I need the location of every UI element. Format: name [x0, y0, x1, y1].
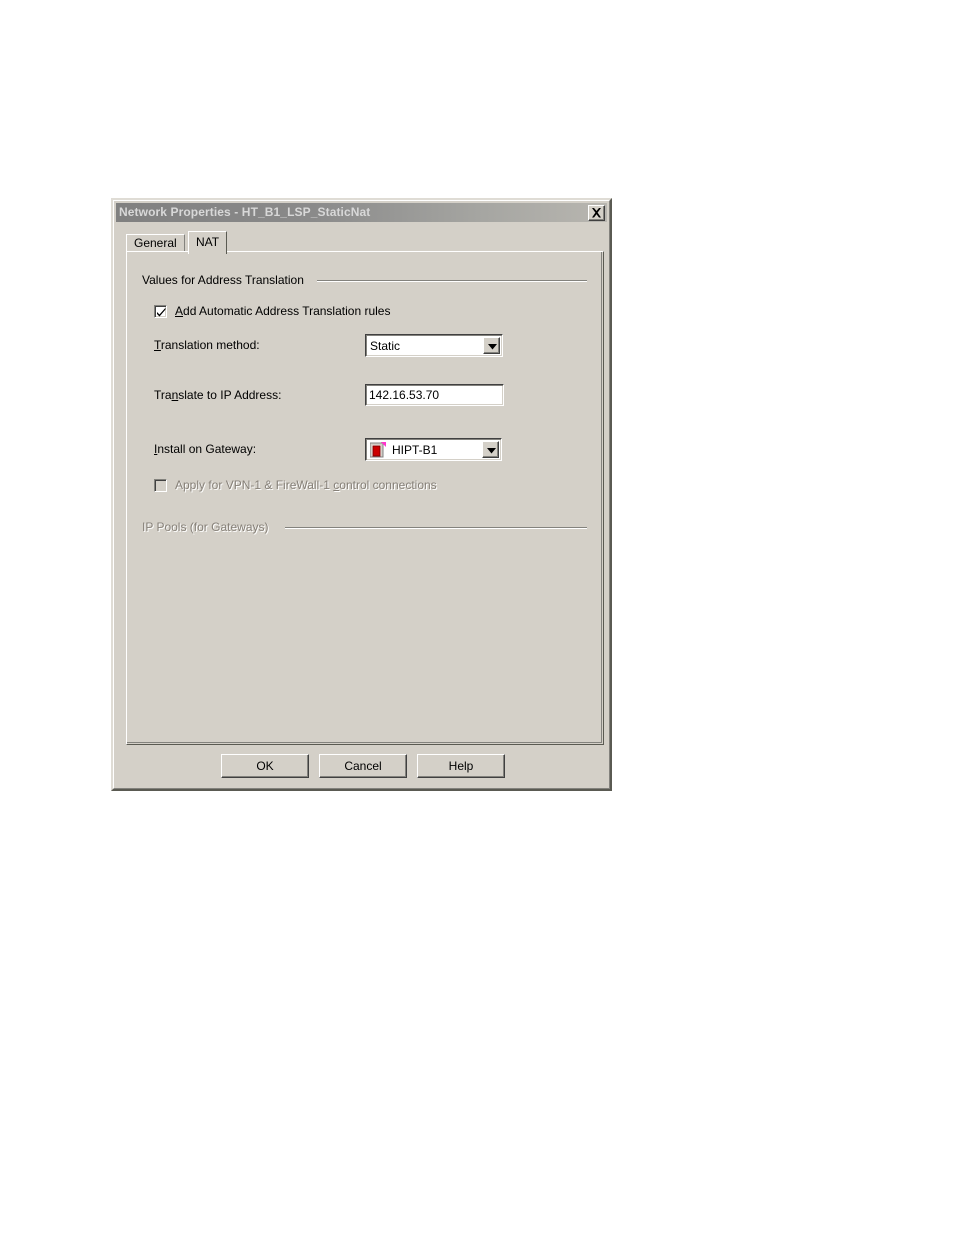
- checkbox-box-add-auto-nat[interactable]: [154, 304, 167, 318]
- checkbox-add-automatic-nat-rules[interactable]: Add Automatic Address Translation rules: [154, 304, 390, 318]
- window-title: Network Properties - HT_B1_LSP_StaticNat: [119, 205, 371, 219]
- tab-general[interactable]: General: [126, 234, 185, 252]
- label-install-on-gateway: Install on Gateway:: [154, 442, 256, 456]
- group-label-ip-pools: IP Pools (for Gateways): [142, 520, 275, 534]
- label-translate-to-ip: Translate to IP Address:: [154, 388, 281, 402]
- ok-button[interactable]: OK: [221, 754, 309, 778]
- close-button[interactable]: [588, 204, 605, 221]
- label-rest-translation-method: ranslation method:: [160, 338, 260, 352]
- title-bar: Network Properties - HT_B1_LSP_StaticNat: [116, 203, 607, 222]
- label-translation-method: Translation method:: [154, 338, 260, 352]
- gateway-icon: [369, 441, 386, 458]
- checkbox-label-apply-vpn-fw: Apply for VPN-1 & FireWall-1 control con…: [175, 478, 437, 492]
- help-button[interactable]: Help: [417, 754, 505, 778]
- checkbox-apply-vpn1-firewall1-control-connections: Apply for VPN-1 & FireWall-1 control con…: [154, 478, 437, 492]
- dialog-inner-frame: Network Properties - HT_B1_LSP_StaticNat…: [113, 200, 610, 789]
- nat-tab-panel: Values for Address Translation Add Autom…: [126, 251, 604, 745]
- combo-value-install-on-gateway: HIPT-B1: [366, 441, 482, 458]
- input-translate-to-ip-address[interactable]: 142.16.53.70: [365, 384, 504, 406]
- checkbox-label-add-auto-nat: Add Automatic Address Translation rules: [175, 304, 390, 318]
- cancel-button[interactable]: Cancel: [319, 754, 407, 778]
- combo-value-translation-method: Static: [370, 338, 401, 353]
- combo-install-on-gateway[interactable]: HIPT-B1: [365, 438, 502, 461]
- accel-translation-method: T: [154, 338, 161, 352]
- combo-arrow-install-on-gateway[interactable]: [482, 441, 499, 458]
- group-separator-values: [317, 280, 587, 282]
- label-rest-apply-vpn-fw: ontrol connections: [339, 478, 437, 492]
- label-pre-apply-vpn-fw: Apply for VPN-1 & FireWall-1: [175, 478, 334, 492]
- group-label-values-for-address-translation: Values for Address Translation: [142, 273, 310, 287]
- group-separator-ip-pools: [285, 527, 587, 529]
- combo-text-install-on-gateway: HIPT-B1: [392, 442, 438, 457]
- label-rest-translate-to-ip: slate to IP Address:: [178, 388, 282, 402]
- accel-add-auto-nat: A: [175, 304, 184, 318]
- checkbox-box-apply-vpn-fw: [154, 478, 167, 492]
- tab-nat[interactable]: NAT: [188, 231, 228, 254]
- label-pre-translate-to-ip: Tra: [154, 388, 172, 402]
- label-rest-install-on-gateway: nstall on Gateway:: [157, 442, 257, 456]
- network-properties-dialog: Network Properties - HT_B1_LSP_StaticNat…: [111, 198, 612, 791]
- combo-arrow-translation-method[interactable]: [483, 337, 500, 354]
- tab-strip: General NAT: [126, 231, 604, 254]
- label-rest-add-auto-nat: dd Automatic Address Translation rules: [183, 304, 391, 318]
- combo-translation-method[interactable]: Static: [365, 334, 503, 357]
